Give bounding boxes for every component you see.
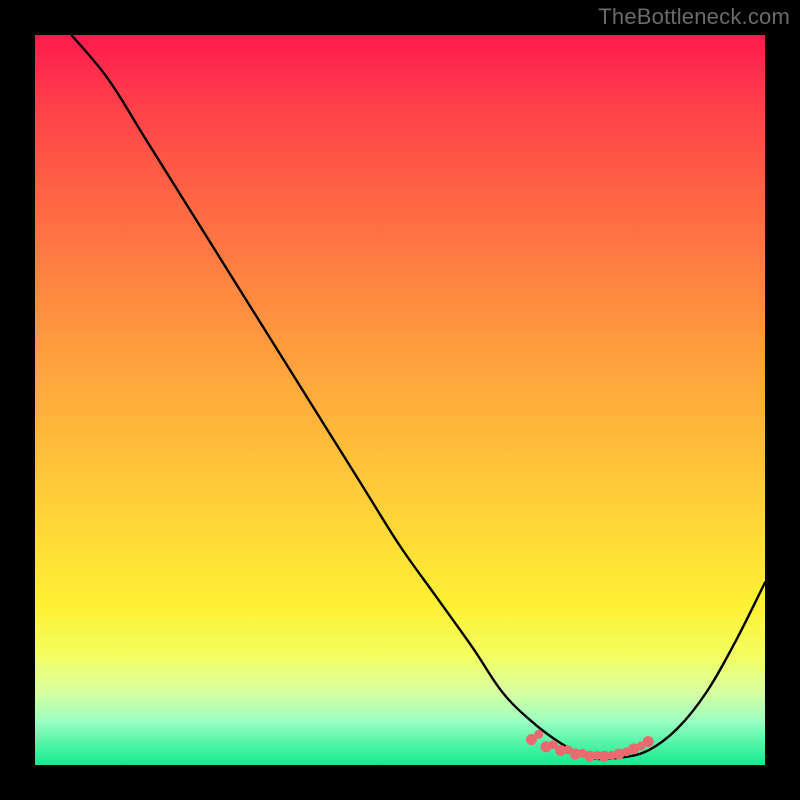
min-marker bbox=[622, 747, 631, 756]
min-marker bbox=[549, 740, 558, 749]
min-marker bbox=[607, 751, 616, 760]
watermark-text: TheBottleneck.com bbox=[598, 4, 790, 30]
bottleneck-curve bbox=[72, 35, 766, 759]
chart-svg bbox=[35, 35, 765, 765]
outer-frame: TheBottleneck.com bbox=[0, 0, 800, 800]
min-region-markers bbox=[526, 730, 654, 762]
min-marker bbox=[636, 742, 645, 751]
min-marker bbox=[563, 745, 572, 754]
min-marker bbox=[578, 749, 587, 758]
min-marker bbox=[593, 751, 602, 760]
min-marker bbox=[534, 730, 543, 739]
plot-area bbox=[35, 35, 765, 765]
